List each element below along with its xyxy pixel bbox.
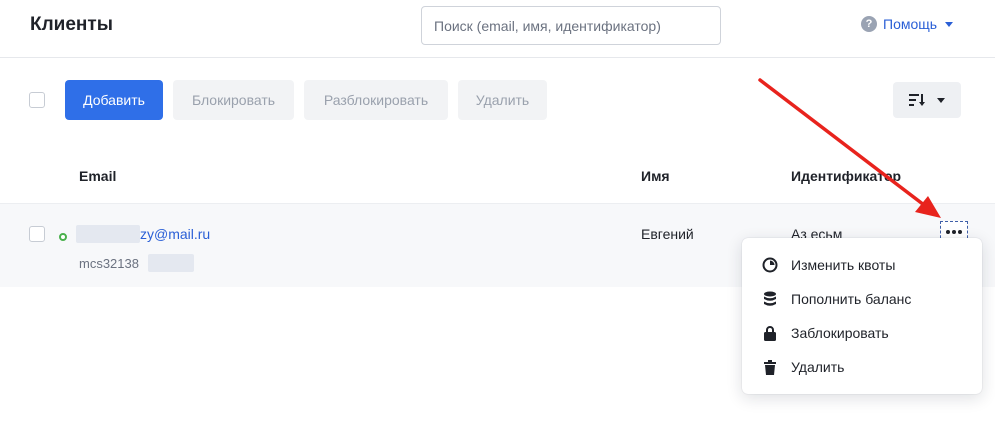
client-email-link[interactable]: zy@mail.ru [140,226,210,242]
redacted-text [76,225,140,243]
more-dot [952,230,956,234]
menu-item-change-quotas[interactable]: Изменить квоты [742,248,982,282]
add-button[interactable]: Добавить [65,80,163,120]
redacted-text [148,254,194,272]
menu-item-label: Изменить квоты [791,257,896,273]
chevron-down-icon [945,21,954,27]
page-title: Клиенты [30,14,113,35]
column-header-identifier[interactable]: Идентификатор [791,168,901,184]
sort-icon [909,94,925,106]
question-icon: ? [861,16,877,32]
more-dot [958,230,962,234]
menu-item-label: Пополнить баланс [791,291,912,307]
chevron-down-icon [937,97,945,103]
clients-page: Клиенты ? Помощь Добавить Блокировать Ра… [0,0,995,423]
help-menu[interactable]: ? Помощь [861,16,954,32]
menu-item-block[interactable]: Заблокировать [742,316,982,350]
block-button[interactable]: Блокировать [173,80,294,120]
quota-icon [762,257,778,273]
menu-item-label: Заблокировать [791,325,889,341]
search-input[interactable] [421,6,721,45]
row-actions-menu: Изменить квоты Пополнить баланс Заблокир… [742,238,982,394]
coins-icon [762,291,778,307]
delete-button[interactable]: Удалить [458,80,547,120]
more-dot [946,230,950,234]
select-all-checkbox[interactable] [29,92,45,108]
menu-item-top-up-balance[interactable]: Пополнить баланс [742,282,982,316]
row-checkbox[interactable] [29,226,45,242]
client-name: Евгений [641,226,694,242]
sort-button[interactable] [893,82,961,118]
client-subid: mcs32138 [79,256,139,271]
help-label: Помощь [883,16,938,32]
column-header-name[interactable]: Имя [641,168,670,184]
status-online-icon [59,233,67,241]
lock-icon [762,325,778,341]
unblock-button[interactable]: Разблокировать [304,80,448,120]
column-header-email[interactable]: Email [79,168,116,184]
trash-icon [762,359,778,375]
header: Клиенты ? Помощь [0,0,995,58]
menu-item-delete[interactable]: Удалить [742,350,982,384]
menu-item-label: Удалить [791,359,845,375]
